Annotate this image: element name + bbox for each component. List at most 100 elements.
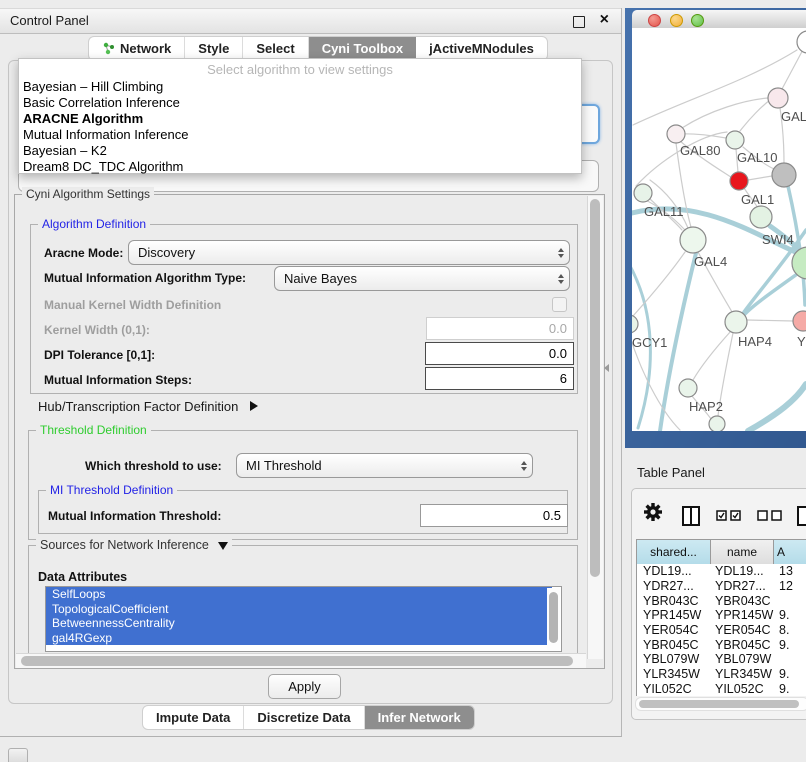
- manual-kernel-checkbox[interactable]: [552, 297, 567, 312]
- tab-network[interactable]: Network: [89, 37, 185, 60]
- network-node-swi4[interactable]: [750, 206, 772, 228]
- table-row[interactable]: YDL19...YDL19...13: [637, 564, 806, 579]
- mi-threshold-input[interactable]: 0.5: [420, 504, 568, 527]
- network-edge[interactable]: [748, 176, 772, 180]
- settings-horizontal-scrollbar[interactable]: [16, 653, 586, 668]
- network-edge[interactable]: [747, 320, 793, 321]
- network-node-hap2[interactable]: [679, 379, 697, 397]
- zoom-traffic-light-icon[interactable]: [691, 14, 704, 27]
- mi-type-select[interactable]: Naive Bayes: [274, 266, 570, 291]
- table-row[interactable]: YBR043CYBR043C: [637, 593, 806, 608]
- table-cell: YER054C: [637, 623, 711, 637]
- network-node-gal11[interactable]: [634, 184, 652, 202]
- table-row[interactable]: YER054CYER054C8.: [637, 623, 806, 638]
- network-node-gal[interactable]: [768, 88, 788, 108]
- table-row[interactable]: YBR045CYBR045C9.: [637, 637, 806, 652]
- network-node[interactable]: [772, 163, 796, 187]
- list-item[interactable]: SelfLoops: [46, 587, 552, 602]
- network-node-gal80[interactable]: [667, 125, 685, 143]
- tab-impute-data[interactable]: Impute Data: [143, 706, 244, 729]
- close-icon[interactable]: ×: [600, 12, 609, 28]
- menu-item-mutual-information[interactable]: Mutual Information Inference: [23, 127, 188, 142]
- network-node-y[interactable]: [793, 311, 806, 331]
- dpi-tolerance-input[interactable]: 0.0: [425, 342, 574, 365]
- split-columns-icon[interactable]: [682, 506, 700, 526]
- which-threshold-select[interactable]: MI Threshold: [236, 453, 533, 478]
- settings-vertical-scrollbar[interactable]: [587, 196, 603, 659]
- network-edge[interactable]: [748, 384, 806, 431]
- unchecked-columns-icon[interactable]: [757, 510, 783, 521]
- sources-group-title[interactable]: Sources for Network Inference: [36, 538, 232, 552]
- network-node-gcy1[interactable]: [632, 315, 638, 333]
- menu-item-bayesian-k2[interactable]: Bayesian – K2: [23, 143, 107, 158]
- float-panel-icon[interactable]: [573, 16, 585, 28]
- column-header-partial[interactable]: A: [774, 539, 806, 565]
- tab-label: Infer Network: [378, 710, 461, 725]
- settings-group-title: Cyni Algorithm Settings: [22, 187, 154, 201]
- minimize-traffic-light-icon[interactable]: [670, 14, 683, 27]
- tab-jactivemnodules[interactable]: jActiveMNodules: [416, 37, 547, 60]
- node-label: Y: [797, 334, 806, 349]
- gear-icon[interactable]: [644, 503, 662, 521]
- mi-type-label: Mutual Information Algorithm Type:: [44, 271, 246, 285]
- mi-steps-input[interactable]: 6: [425, 367, 574, 390]
- table-cell: YER054C: [711, 623, 774, 637]
- tab-label: Style: [198, 41, 229, 56]
- apply-button[interactable]: Apply: [268, 674, 341, 699]
- aracne-mode-select[interactable]: Discovery: [128, 240, 570, 265]
- list-item[interactable]: gal4RGexp: [46, 631, 552, 646]
- tab-style[interactable]: Style: [185, 37, 243, 60]
- network-graph[interactable]: GALGAL80GAL10GAL1GAL11SWI4GAL4GCY1HAP4YH…: [632, 28, 806, 431]
- list-item[interactable]: TopologicalCoefficient: [46, 602, 552, 617]
- new-table-icon[interactable]: [797, 506, 806, 526]
- network-window-titlebar[interactable]: [632, 10, 806, 29]
- control-panel-titlebar[interactable]: Control Panel ×: [0, 8, 621, 34]
- hub-definition-expander[interactable]: Hub/Transcription Factor Definition: [38, 399, 258, 414]
- scrollbar-thumb[interactable]: [21, 656, 573, 666]
- scrollbar-thumb[interactable]: [549, 592, 558, 643]
- network-node-gal1[interactable]: [730, 172, 748, 190]
- node-table: shared... name A YDL19...YDL19...13YDR27…: [636, 539, 806, 696]
- list-item[interactable]: BetweennessCentrality: [46, 616, 552, 631]
- network-edge[interactable]: [633, 50, 797, 125]
- close-traffic-light-icon[interactable]: [648, 14, 661, 27]
- network-node[interactable]: [797, 31, 806, 53]
- column-header-name[interactable]: name: [711, 539, 774, 565]
- table-row[interactable]: YBL079WYBL079W: [637, 652, 806, 667]
- network-node[interactable]: [709, 416, 725, 431]
- menu-item-bayesian-hill-climbing[interactable]: Bayesian – Hill Climbing: [23, 79, 163, 94]
- column-header-shared-name[interactable]: shared...: [637, 539, 711, 565]
- cyni-bottom-tabstrip: Impute Data Discretize Data Infer Networ…: [142, 705, 475, 730]
- table-row[interactable]: YIL052CYIL052C9.: [637, 682, 806, 697]
- node-label: HAP2: [689, 399, 723, 414]
- tab-label: Network: [120, 41, 171, 56]
- tab-select[interactable]: Select: [243, 37, 308, 60]
- tab-discretize-data[interactable]: Discretize Data: [244, 706, 364, 729]
- kernel-width-input[interactable]: 0.0: [426, 317, 574, 340]
- menu-item-aracne[interactable]: ARACNE Algorithm: [23, 111, 143, 126]
- menu-item-dream8[interactable]: Dream8 DC_TDC Algorithm: [23, 159, 183, 174]
- tab-cyni-toolbox[interactable]: Cyni Toolbox: [309, 37, 416, 60]
- window-bottom-edge: [0, 736, 610, 737]
- data-attributes-list[interactable]: SelfLoopsTopologicalCoefficientBetweenne…: [45, 586, 562, 652]
- table-row[interactable]: YLR345WYLR345W9.: [637, 667, 806, 682]
- network-view-window: GALGAL80GAL10GAL1GAL11SWI4GAL4GCY1HAP4YH…: [625, 8, 806, 448]
- tab-label: Impute Data: [156, 710, 230, 725]
- table-row[interactable]: YPR145WYPR145W9.: [637, 608, 806, 623]
- menu-item-basic-correlation[interactable]: Basic Correlation Inference: [23, 95, 180, 110]
- network-canvas[interactable]: GALGAL80GAL10GAL1GAL11SWI4GAL4GCY1HAP4YH…: [632, 28, 806, 431]
- scrollbar-thumb[interactable]: [639, 700, 799, 708]
- corner-button[interactable]: [8, 748, 28, 762]
- network-node-gal10[interactable]: [726, 131, 744, 149]
- scrollbar-thumb[interactable]: [590, 199, 600, 577]
- tab-infer-network[interactable]: Infer Network: [365, 706, 474, 729]
- list-scrollbar[interactable]: [547, 588, 560, 650]
- network-node-gal4[interactable]: [680, 227, 706, 253]
- table-horizontal-scrollbar[interactable]: [635, 697, 806, 711]
- checked-columns-icon[interactable]: [716, 510, 742, 521]
- network-edge[interactable]: [633, 252, 685, 316]
- table-row[interactable]: YDR27...YDR27...12: [637, 579, 806, 594]
- panel-splitter-arrow[interactable]: [604, 364, 609, 372]
- network-edge[interactable]: [740, 100, 770, 131]
- network-node-hap4[interactable]: [725, 311, 747, 333]
